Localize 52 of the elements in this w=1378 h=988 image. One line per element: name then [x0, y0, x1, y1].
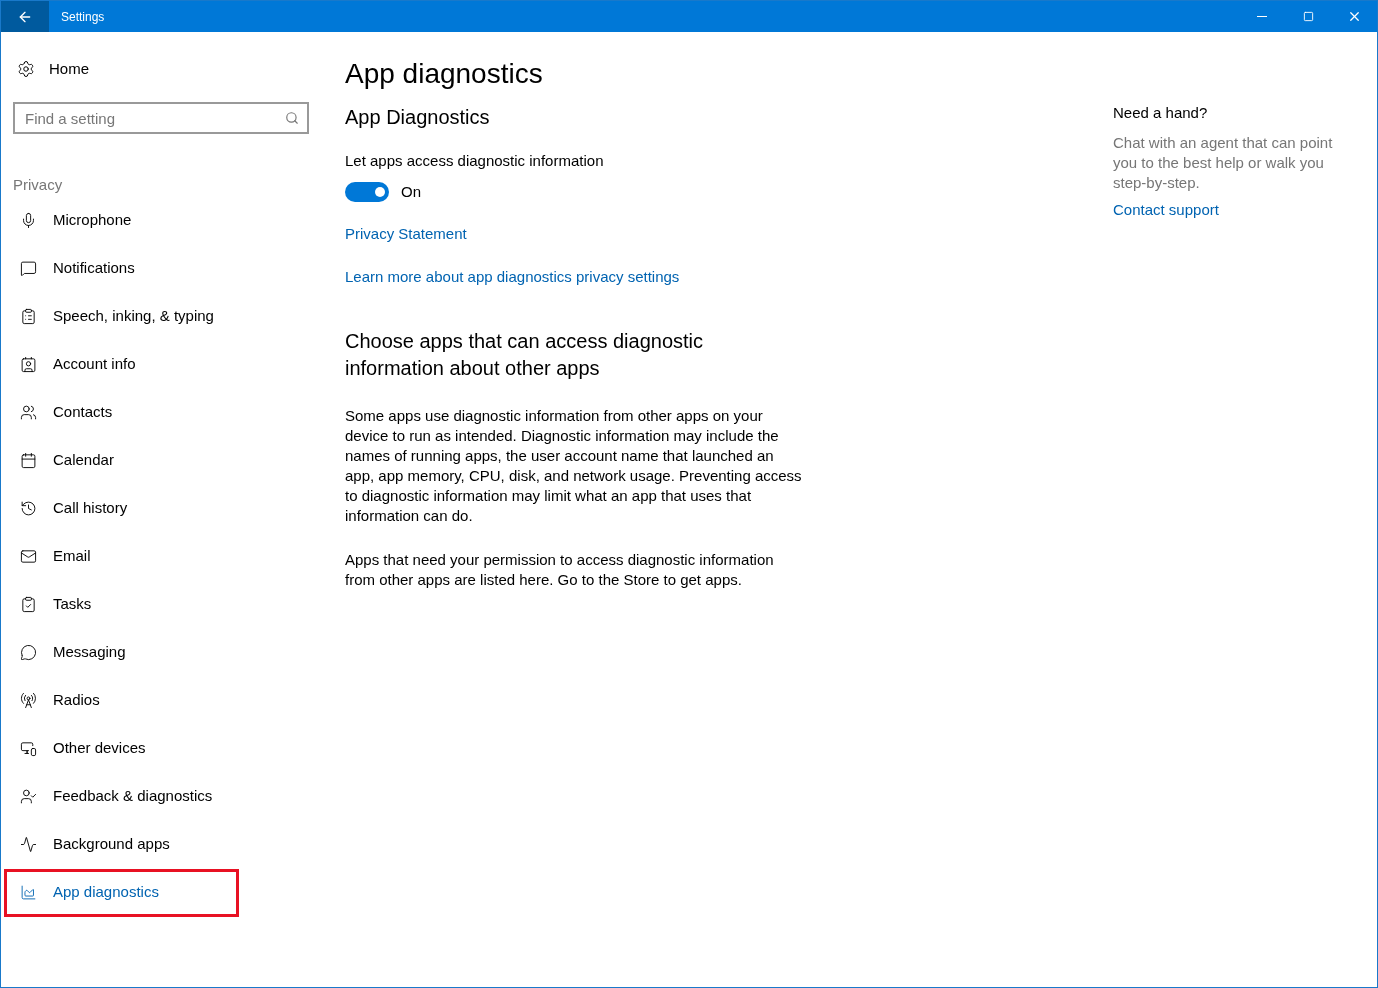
toggle-switch[interactable] [345, 181, 389, 202]
nav-item[interactable]: Feedback & diagnostics [4, 772, 239, 821]
search-field[interactable]: Find a setting [13, 102, 309, 134]
nav-item[interactable]: Speech, inking, & typing [4, 292, 239, 341]
area-chart-icon [20, 884, 37, 901]
maximize-icon [1302, 11, 1314, 22]
nav-item[interactable]: Email [4, 532, 239, 581]
nav-item[interactable]: Microphone [4, 196, 239, 245]
settings-icon [17, 60, 35, 78]
chat-bubble-icon [20, 644, 37, 661]
people-icon [20, 404, 37, 421]
help-title: Need a hand? [1113, 103, 1208, 123]
nav-item[interactable]: Tasks [4, 580, 239, 629]
clipboard-icon [20, 308, 37, 325]
minimize-icon [1257, 16, 1267, 17]
checklist-icon [20, 596, 37, 613]
envelope-icon [20, 548, 37, 565]
speech-bubble-icon [20, 260, 37, 277]
contact-support-link[interactable]: Contact support [1113, 198, 1219, 221]
nav-item[interactable]: Messaging [4, 628, 239, 677]
person-check-icon [20, 788, 37, 805]
nav-item[interactable]: Call history [4, 484, 239, 533]
description-paragraph: Some apps use diagnostic information from other apps on your device to run as intended. Diagnostic information may include the names of running apps, the user account name that launched an app, app memory, CPU, disk, and network usage. Preventing access to diagnostic information may limit what an app that uses that information can do. [345, 406, 803, 526]
nav-item[interactable]: Other devices [4, 724, 239, 773]
section-heading: Privacy [13, 175, 63, 195]
setting-label: Let apps access diagnostic information [345, 151, 604, 171]
calendar-icon [20, 452, 37, 469]
devices-icon [20, 740, 37, 757]
history-icon [20, 500, 37, 517]
nav-item[interactable]: Background apps [4, 820, 239, 869]
page-title: App diagnostics [345, 57, 543, 91]
nav-item[interactable]: Notifications [4, 244, 239, 293]
radio-tower-icon [20, 692, 37, 709]
nav-item[interactable]: Contacts [4, 388, 239, 437]
back-button[interactable] [1, 1, 49, 32]
description-paragraph: Apps that need your permission to access diagnostic information from other apps are listed here. Go to the Store to get apps. [345, 550, 775, 590]
toggle-state: On [401, 181, 421, 202]
link[interactable]: Privacy Statement [345, 223, 467, 246]
nav-item[interactable]: Account info [4, 340, 239, 389]
home-nav-item[interactable]: Home [1, 56, 321, 82]
nav-item[interactable]: Radios [4, 676, 239, 725]
section-title: App Diagnostics [345, 105, 490, 130]
contact-card-icon [20, 356, 37, 373]
window-title: Settings [61, 8, 105, 25]
nav-item[interactable]: App diagnostics [4, 868, 239, 917]
section-title: Choose apps that can access diagnostic information about other apps [345, 329, 704, 381]
help-text: Chat with an agent that can point you to the best help or walk you step-by-step. [1113, 132, 1334, 193]
nav-item[interactable]: Calendar [4, 436, 239, 485]
link[interactable]: Learn more about app diagnostics privacy settings [345, 265, 680, 288]
microphone-icon [20, 212, 37, 229]
search-icon [285, 111, 299, 125]
activity-chart-icon [20, 836, 37, 853]
